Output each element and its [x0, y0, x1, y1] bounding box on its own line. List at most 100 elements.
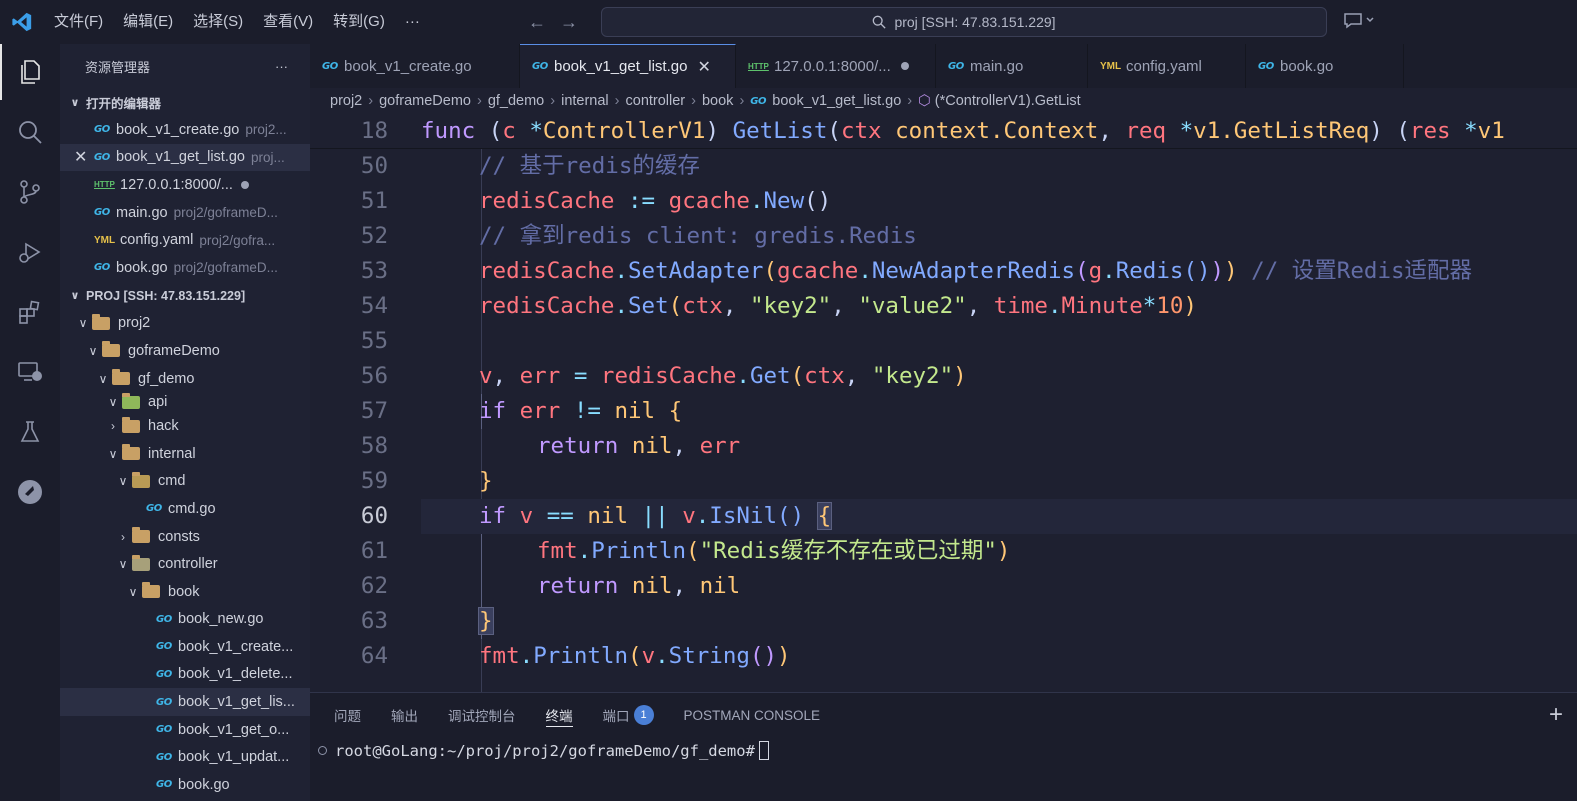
file-name: book.go	[116, 259, 168, 276]
new-terminal-button[interactable]: +	[1549, 701, 1563, 729]
code-line[interactable]: 52 // 拿到redis client: gredis.Redis	[310, 219, 1577, 254]
menu-more[interactable]: ···	[395, 0, 430, 44]
sticky-scroll-line[interactable]: 18 func (c *ControllerV1) GetList(ctx con…	[310, 114, 1577, 149]
extensions-icon[interactable]	[0, 284, 60, 340]
tree-folder[interactable]: ∨ internal	[60, 440, 310, 468]
tab-config-yaml[interactable]: YML config.yaml	[1088, 44, 1246, 88]
breadcrumb-item[interactable]: controller	[626, 93, 686, 109]
code-line[interactable]: 62 return nil, nil	[310, 569, 1577, 604]
source-control-icon[interactable]	[0, 164, 60, 220]
go-file-icon: GO	[532, 61, 548, 72]
code-text: }	[478, 607, 494, 635]
go-file-icon: GO	[750, 95, 766, 107]
code-line-current[interactable]: 60 if v == nil || v.IsNil() {	[310, 499, 1577, 534]
menu-file[interactable]: 文件(F)	[44, 0, 113, 44]
code-line[interactable]: 64 fmt.Println(v.String())	[310, 639, 1577, 674]
api-folder-icon	[122, 392, 140, 409]
tab-postman-console[interactable]: POSTMAN CONSOLE	[684, 693, 821, 737]
code-line[interactable]: 53 redisCache.SetAdapter(gcache.NewAdapte…	[310, 254, 1577, 289]
chevron-right-icon: ›	[614, 93, 620, 109]
tab-main-go[interactable]: GO main.go	[936, 44, 1088, 88]
code-editor[interactable]: 18 func (c *ControllerV1) GetList(ctx con…	[310, 114, 1577, 692]
tree-folder[interactable]: ∨ cmd	[60, 468, 310, 496]
breadcrumb-item[interactable]: book	[702, 93, 733, 109]
tree-label: book_v1_delete...	[178, 666, 293, 683]
code-line[interactable]: 61 fmt.Println("Redis缓存不存在或已过期")	[310, 534, 1577, 569]
testing-icon[interactable]	[0, 404, 60, 460]
tree-file[interactable]: GO book_v1_get_o...	[60, 716, 310, 744]
back-arrow-icon[interactable]: ←	[528, 12, 546, 33]
postman-icon[interactable]	[0, 464, 60, 520]
tree-folder[interactable]: ∨ book	[60, 578, 310, 606]
close-icon[interactable]: ✕	[697, 57, 710, 77]
remote-explorer-icon[interactable]	[0, 344, 60, 400]
tree-file[interactable]: GO book.go	[60, 771, 310, 799]
open-editors-header[interactable]: ∨ 打开的编辑器	[60, 88, 310, 116]
code-line[interactable]: 54 redisCache.Set(ctx, "key2", "value2", …	[310, 289, 1577, 324]
breadcrumb-item[interactable]: book_v1_get_list.go	[772, 93, 901, 109]
breadcrumb-item[interactable]: internal	[561, 93, 609, 109]
tab-book-v1-get-list[interactable]: GO book_v1_get_list.go ✕	[520, 44, 736, 88]
code-line[interactable]: 63}	[310, 604, 1577, 639]
breadcrumb-item[interactable]: goframeDemo	[379, 93, 471, 109]
open-editor-item[interactable]: GO book.go proj2/goframeD...	[60, 254, 310, 282]
tab-http-request[interactable]: HTTP 127.0.0.1:8000/...	[736, 44, 936, 88]
menu-edit[interactable]: 编辑(E)	[113, 0, 183, 44]
menu-view[interactable]: 查看(V)	[253, 0, 323, 44]
tab-label: 端口	[602, 709, 630, 724]
tree-folder[interactable]: ∨ gf_demo	[60, 365, 310, 393]
search-icon[interactable]	[0, 104, 60, 160]
open-editor-item[interactable]: GO main.go proj2/goframeD...	[60, 199, 310, 227]
breadcrumb-item[interactable]: (*ControllerV1).GetList	[935, 93, 1081, 109]
tree-folder[interactable]: › consts	[60, 523, 310, 551]
breadcrumb-item[interactable]: proj2	[330, 93, 362, 109]
go-file-icon: GO	[948, 60, 964, 72]
menu-selection[interactable]: 选择(S)	[183, 0, 253, 44]
open-editor-item-active[interactable]: ✕ GO book_v1_get_list.go proj...	[60, 143, 310, 172]
go-file-icon: GO	[146, 503, 162, 515]
tree-file[interactable]: GO cmd.go	[60, 495, 310, 523]
go-file-icon: GO	[156, 751, 172, 763]
tree-file-selected[interactable]: GO book_v1_get_lis...	[60, 688, 310, 716]
tree-file[interactable]: GO book_v1_delete...	[60, 661, 310, 689]
copilot-chat-icon[interactable]	[1342, 10, 1376, 34]
code-line[interactable]: 55	[310, 324, 1577, 359]
open-editor-item[interactable]: GO book_v1_create.go proj2...	[60, 116, 310, 144]
tree-file[interactable]: GO book_v1_create...	[60, 633, 310, 661]
close-icon[interactable]: ✕	[74, 147, 94, 167]
tree-file[interactable]: GO book_new.go	[60, 606, 310, 634]
code-line[interactable]: 58 return nil, err	[310, 429, 1577, 464]
code-line[interactable]: 57 if err != nil {	[310, 394, 1577, 429]
tab-terminal[interactable]: 终端	[545, 693, 573, 737]
tab-book-go[interactable]: GO book.go	[1246, 44, 1404, 88]
tree-file[interactable]: GO book_v1_updat...	[60, 743, 310, 771]
explorer-more-button[interactable]: ···	[275, 59, 288, 74]
tree-folder[interactable]: ∨ goframeDemo	[60, 337, 310, 365]
tab-problems[interactable]: 问题	[334, 693, 361, 737]
project-header[interactable]: ∨ PROJ [SSH: 47.83.151.229]	[60, 282, 310, 310]
terminal-line[interactable]: root@GoLang:~/proj/proj2/goframeDemo/gf_…	[318, 741, 769, 760]
code-line[interactable]: 56 v, err = redisCache.Get(ctx, "key2")	[310, 359, 1577, 394]
tree-folder[interactable]: ∨ proj2	[60, 310, 310, 338]
open-editor-item[interactable]: YML config.yaml proj2/gofra...	[60, 226, 310, 254]
code-line[interactable]: 50 // 基于redis的缓存	[310, 149, 1577, 184]
tree-folder[interactable]: ∨ controller	[60, 550, 310, 578]
breadcrumb-item[interactable]: gf_demo	[488, 93, 544, 109]
explorer-icon[interactable]	[0, 44, 60, 100]
chevron-down-icon: ∨	[88, 343, 98, 358]
open-editor-item[interactable]: HTTP 127.0.0.1:8000/...	[60, 171, 310, 199]
code-line[interactable]: 51 redisCache := gcache.New()	[310, 184, 1577, 219]
tab-debug-console[interactable]: 调试控制台	[448, 693, 516, 737]
menu-go[interactable]: 转到(G)	[323, 0, 395, 44]
command-center-search[interactable]: proj [SSH: 47.83.151.229]	[601, 7, 1327, 37]
tree-folder[interactable]: ∨ api	[60, 392, 310, 412]
run-debug-icon[interactable]	[0, 224, 60, 280]
tab-book-v1-create[interactable]: GO book_v1_create.go	[310, 44, 520, 88]
tab-ports[interactable]: 端口 1	[603, 693, 654, 737]
tree-folder[interactable]: › hack	[60, 412, 310, 440]
tree-label: consts	[158, 528, 200, 545]
forward-arrow-icon[interactable]: →	[560, 12, 578, 33]
tab-output[interactable]: 输出	[391, 693, 418, 737]
code-line[interactable]: 59}	[310, 464, 1577, 499]
line-number: 18	[360, 118, 388, 144]
